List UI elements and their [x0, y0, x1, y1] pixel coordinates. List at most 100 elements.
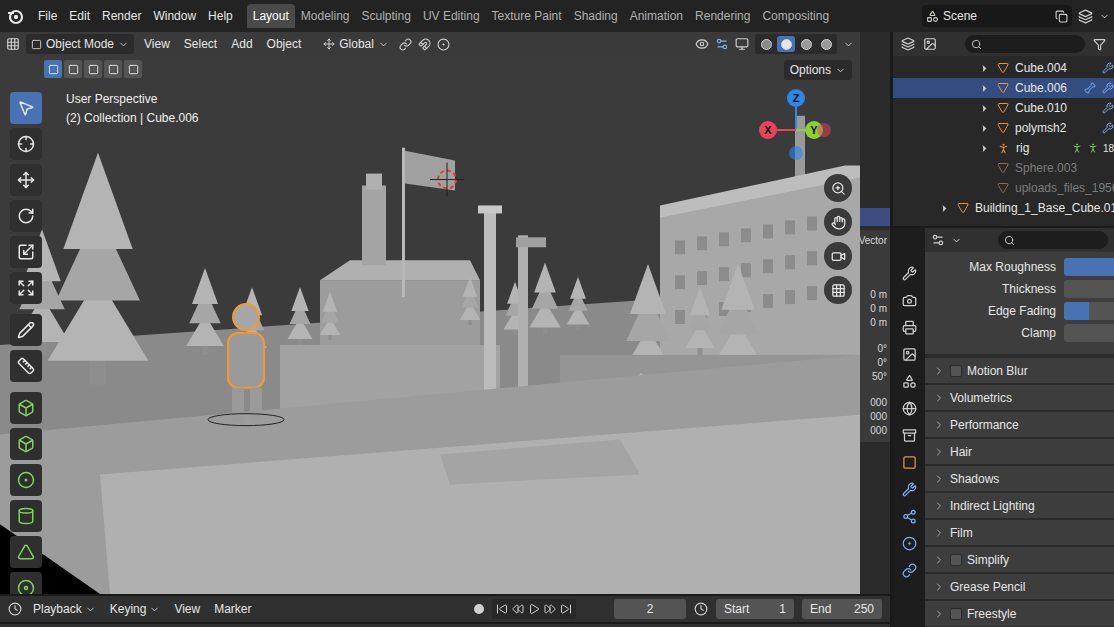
tool-button[interactable] — [10, 164, 42, 196]
outliner-row[interactable]: Cube.010 — [893, 98, 1114, 118]
properties-tab-icon[interactable] — [902, 563, 917, 578]
scene-render[interactable] — [0, 56, 860, 594]
outliner-row[interactable]: Building_1_Base_Cube.011 — [893, 198, 1114, 218]
display-mode-icon[interactable] — [923, 37, 937, 51]
end-field[interactable]: End250 — [802, 599, 882, 619]
editor-type-icon[interactable] — [6, 37, 20, 51]
tool-button[interactable] — [10, 236, 42, 268]
workspace-tab[interactable]: Layout — [247, 4, 295, 28]
sidebar-value[interactable]: 0 m — [870, 302, 887, 316]
properties-tab-icon[interactable] — [902, 266, 917, 281]
property-slider[interactable] — [1064, 324, 1114, 342]
filter-icon[interactable] — [1093, 38, 1106, 51]
expand-icon[interactable] — [979, 143, 990, 154]
editor-type-icon[interactable] — [931, 233, 945, 247]
expand-icon[interactable] — [979, 83, 990, 94]
dropdown-icon[interactable] — [843, 39, 854, 50]
snap-icon[interactable] — [418, 38, 431, 51]
viewport-menu[interactable]: View — [140, 35, 174, 53]
dropdown-icon[interactable] — [951, 235, 962, 246]
editor-type-icon[interactable] — [8, 602, 22, 616]
viewport-menu[interactable]: Select — [180, 35, 221, 53]
property-panel-header[interactable]: Performance — [925, 412, 1114, 437]
blender-logo-icon[interactable] — [6, 7, 24, 25]
panel-checkbox[interactable] — [950, 554, 962, 566]
record-button[interactable] — [474, 604, 484, 614]
properties-tab-icon[interactable] — [902, 347, 917, 362]
tool-button[interactable] — [10, 128, 42, 160]
menu-item[interactable]: Render — [96, 7, 147, 25]
viewport[interactable]: Object ModeViewSelectAddObjectGlobalOpti… — [0, 32, 860, 594]
character-selected[interactable] — [208, 304, 284, 426]
property-panel-header[interactable]: Indirect Lighting — [925, 493, 1114, 518]
timeline-menu[interactable]: Keying — [107, 600, 164, 618]
tool-button[interactable] — [10, 428, 42, 460]
timeline-menu[interactable]: View — [171, 600, 203, 618]
outliner-row[interactable]: Cube.004 — [893, 58, 1114, 78]
playback-icon[interactable] — [496, 603, 508, 615]
axis-gizmo[interactable]: ZXY — [756, 86, 836, 166]
workspace-tab[interactable]: UV Editing — [417, 4, 486, 28]
shading-button[interactable] — [797, 36, 815, 52]
properties-tab-icon[interactable] — [902, 320, 917, 335]
outliner-row[interactable]: polymsh2 — [893, 118, 1114, 138]
playback-icon[interactable] — [512, 603, 524, 615]
tool-button[interactable] — [10, 500, 42, 532]
nav-button[interactable] — [824, 242, 852, 270]
outliner-search[interactable] — [965, 35, 1085, 53]
sidebar-value[interactable]: 0° — [877, 356, 887, 370]
workspace-tab[interactable]: Rendering — [689, 4, 756, 28]
viewport-canvas[interactable]: OptionsUser Perspective(2) Collection | … — [0, 56, 860, 594]
properties-tab-icon[interactable] — [902, 482, 917, 497]
select-mode-button[interactable] — [84, 60, 102, 78]
properties-tab-icon[interactable] — [902, 509, 917, 524]
3d-cursor-icon[interactable] — [430, 163, 464, 197]
pivot-icon[interactable] — [399, 38, 412, 51]
select-mode-button[interactable] — [64, 60, 82, 78]
select-mode-button[interactable] — [104, 60, 122, 78]
workspace-tab[interactable]: Modeling — [295, 4, 356, 28]
properties-tab-icon[interactable] — [902, 455, 917, 470]
timeline-menu[interactable]: Playback — [30, 600, 99, 618]
tool-button[interactable] — [10, 536, 42, 568]
expand-icon[interactable] — [939, 203, 950, 214]
menu-item[interactable]: Edit — [63, 7, 96, 25]
nav-button[interactable] — [824, 174, 852, 202]
tool-button[interactable] — [10, 392, 42, 424]
outliner-row[interactable]: rig18 — [893, 138, 1114, 158]
shading-button[interactable] — [777, 36, 795, 52]
properties-search[interactable] — [998, 231, 1108, 249]
property-panel-header[interactable]: Volumetrics — [925, 385, 1114, 410]
sidebar-value[interactable]: 000 — [870, 396, 887, 410]
playback-icon[interactable] — [560, 603, 572, 615]
sidebar-value[interactable]: 000 — [870, 410, 887, 424]
property-panel-header[interactable]: Simplify — [925, 547, 1114, 572]
overlay-icon[interactable] — [735, 37, 749, 51]
properties-tab-icon[interactable] — [902, 401, 917, 416]
outliner-row[interactable]: uploads_files_1956 — [893, 178, 1114, 198]
view-layer-icon[interactable] — [1078, 9, 1093, 24]
expand-icon[interactable] — [979, 103, 990, 114]
gizmo-icon[interactable] — [715, 37, 729, 51]
sidebar-tab[interactable] — [860, 208, 890, 226]
viewport-menu[interactable]: Add — [227, 35, 256, 53]
tool-button[interactable] — [10, 314, 42, 346]
sidebar-value[interactable]: 0 m — [870, 288, 887, 302]
properties-tab-icon[interactable] — [902, 374, 917, 389]
workspace-tab[interactable]: Sculpting — [356, 4, 417, 28]
expand-icon[interactable] — [979, 123, 990, 134]
start-field[interactable]: Start1 — [716, 599, 794, 619]
outliner-row[interactable]: Sphere.003 — [893, 158, 1114, 178]
tool-button[interactable] — [10, 350, 42, 382]
playback-icon[interactable] — [544, 603, 556, 615]
proportional-icon[interactable] — [437, 38, 450, 51]
properties-tab-icon[interactable] — [902, 428, 917, 443]
copy-icon[interactable] — [1055, 10, 1068, 23]
preview-range-icon[interactable] — [694, 602, 708, 616]
menu-item[interactable]: Help — [202, 7, 239, 25]
property-panel-header[interactable]: Grease Pencil — [925, 574, 1114, 599]
select-mode-button[interactable] — [44, 60, 62, 78]
tool-button[interactable] — [10, 272, 42, 304]
property-slider[interactable] — [1064, 258, 1114, 276]
workspace-tab[interactable]: Compositing — [756, 4, 835, 28]
